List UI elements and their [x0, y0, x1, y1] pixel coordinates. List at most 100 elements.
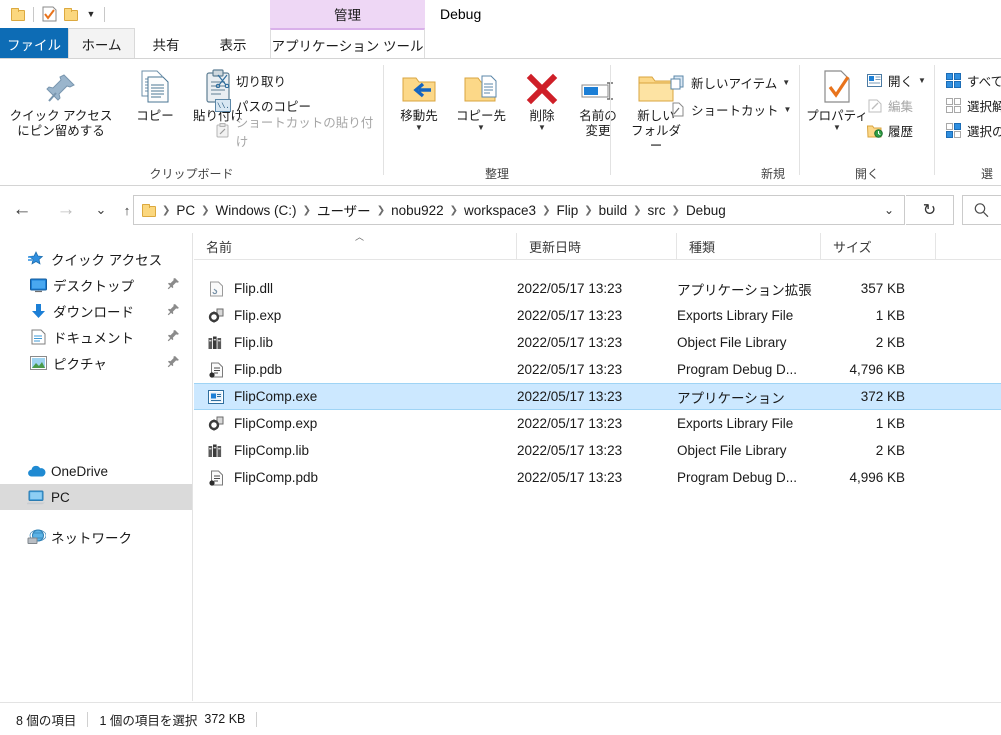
copy-path-icon: \\..: [214, 97, 231, 114]
onedrive-icon: [26, 461, 46, 481]
contextual-tab-group-label: 管理: [334, 8, 361, 23]
delete-caret-icon[interactable]: ▼: [538, 124, 546, 132]
table-row[interactable]: Flip.dll 2022/05/17 13:23 アプリケーション拡張 357…: [194, 275, 1001, 302]
properties-caret-icon[interactable]: ▼: [833, 124, 841, 132]
breadcrumb-nobu922[interactable]: nobu922: [386, 197, 449, 223]
file-date-cell: 2022/05/17 13:23: [517, 470, 623, 485]
sidebar-item-documents[interactable]: ドキュメント: [0, 324, 192, 350]
pictures-icon: [28, 353, 48, 373]
open-icon: [866, 72, 883, 89]
move-to-icon: [401, 65, 437, 105]
edit-button[interactable]: 編集: [866, 95, 913, 116]
sidebar-item-pc[interactable]: PC: [0, 484, 192, 510]
tab-application-tools[interactable]: アプリケーション ツール: [270, 28, 425, 59]
tab-file[interactable]: ファイル: [0, 28, 68, 59]
new-item-caret-icon[interactable]: ▼: [782, 79, 790, 87]
file-type-cell: Object File Library: [677, 335, 787, 350]
table-row[interactable]: FlipComp.exp 2022/05/17 13:23 Exports Li…: [194, 410, 1001, 437]
sidebar-item-pictures[interactable]: ピクチャ: [0, 350, 192, 376]
tab-share[interactable]: 共有: [135, 28, 197, 59]
lib-icon: [206, 441, 226, 461]
qat-properties-icon[interactable]: [38, 3, 60, 25]
table-row[interactable]: Flip.pdb 2022/05/17 13:23 Program Debug …: [194, 356, 1001, 383]
open-button[interactable]: 開く ▼: [866, 70, 926, 91]
copy-to-caret-icon[interactable]: ▼: [477, 124, 485, 132]
back-button[interactable]: ←: [0, 187, 44, 233]
new-item-button[interactable]: 新しいアイテム ▼: [669, 72, 790, 93]
rename-label-line2: 変更: [585, 124, 611, 138]
qat-folder-icon[interactable]: [7, 3, 29, 25]
invert-selection-button[interactable]: 選択の: [945, 120, 1001, 141]
table-row[interactable]: FlipComp.lib 2022/05/17 13:23 Object Fil…: [194, 437, 1001, 464]
copy-to-button[interactable]: コピー先 ▼: [454, 65, 508, 132]
breadcrumb-users[interactable]: ユーザー: [312, 197, 376, 223]
sidebar-item-downloads[interactable]: ダウンロード: [0, 298, 192, 324]
file-date-cell: 2022/05/17 13:23: [517, 335, 623, 350]
sidebar-item-desktop[interactable]: デスクトップ: [0, 272, 192, 298]
invert-selection-label: 選択の: [967, 125, 1001, 139]
search-icon: [974, 202, 989, 217]
copy-button[interactable]: コピー: [128, 65, 182, 124]
refresh-button[interactable]: ↻: [906, 195, 954, 225]
file-type-cell: Object File Library: [677, 443, 787, 458]
file-type-cell: Program Debug D...: [677, 470, 798, 485]
sidebar-item-quick-access[interactable]: クイック アクセス: [0, 246, 192, 272]
file-date-cell: 2022/05/17 13:23: [517, 308, 623, 323]
column-header-date-label: 更新日時: [529, 239, 582, 255]
tab-view[interactable]: 表示: [197, 28, 269, 59]
file-type-cell: Exports Library File: [677, 416, 794, 431]
shortcut-button[interactable]: ショートカット ▼: [669, 99, 791, 120]
properties-button[interactable]: プロパティ ▼: [804, 65, 870, 132]
qat-customize-caret-icon[interactable]: ▼: [82, 3, 100, 25]
shortcut-caret-icon[interactable]: ▼: [784, 106, 792, 114]
sidebar-item-onedrive[interactable]: OneDrive: [0, 458, 192, 484]
exe-icon: [206, 387, 226, 407]
column-header-date[interactable]: 更新日時: [517, 232, 677, 260]
recent-locations-button[interactable]: ⌄: [88, 187, 114, 233]
delete-button[interactable]: 削除 ▼: [518, 65, 566, 132]
column-header-size[interactable]: サイズ: [821, 232, 936, 260]
pin-icon[interactable]: [167, 355, 180, 371]
breadcrumb-src[interactable]: src: [643, 197, 671, 223]
qat-new-folder-icon[interactable]: [60, 3, 82, 25]
dll-icon: [206, 279, 226, 299]
select-none-button[interactable]: 選択解: [945, 95, 1001, 116]
sidebar-item-network[interactable]: ネットワーク: [0, 524, 192, 550]
cut-button[interactable]: 切り取り: [214, 70, 286, 91]
file-name-label: Flip.lib: [234, 335, 274, 350]
address-bar[interactable]: ❯ PC ❯ Windows (C:) ❯ ユーザー ❯ nobu922 ❯ w…: [133, 195, 905, 225]
breadcrumb-debug[interactable]: Debug: [681, 197, 731, 223]
ribbon-group-open-label: 開く: [854, 167, 879, 181]
breadcrumb-workspace3[interactable]: workspace3: [459, 197, 541, 223]
column-header-type[interactable]: 種類: [677, 232, 821, 260]
table-row[interactable]: Flip.lib 2022/05/17 13:23 Object File Li…: [194, 329, 1001, 356]
breadcrumb-flip[interactable]: Flip: [551, 197, 583, 223]
pin-icon[interactable]: [167, 303, 180, 319]
table-row[interactable]: FlipComp.exe 2022/05/17 13:23 アプリケーション 3…: [194, 383, 1001, 410]
open-caret-icon[interactable]: ▼: [918, 77, 926, 85]
breadcrumb-folder-icon: [136, 197, 161, 223]
shortcut-label: ショートカット: [691, 104, 779, 118]
pin-to-quick-access-button[interactable]: クイック アクセス にピン留めする: [6, 65, 116, 139]
move-to-caret-icon[interactable]: ▼: [415, 124, 423, 132]
move-to-button[interactable]: 移動先 ▼: [392, 65, 446, 132]
select-all-button[interactable]: すべて: [945, 70, 1001, 91]
exp-icon: [206, 414, 226, 434]
table-row[interactable]: FlipComp.pdb 2022/05/17 13:23 Program De…: [194, 464, 1001, 491]
column-header-name[interactable]: ︿ 名前: [194, 232, 517, 260]
address-dropdown-chevron-icon[interactable]: ⌄: [876, 197, 902, 223]
breadcrumb-pc[interactable]: PC: [171, 197, 200, 223]
pin-icon[interactable]: [167, 277, 180, 293]
breadcrumb-windows-c[interactable]: Windows (C:): [211, 197, 302, 223]
breadcrumb-separator: ❯: [542, 204, 551, 216]
history-button[interactable]: 履歴: [866, 120, 913, 141]
file-date-cell: 2022/05/17 13:23: [517, 362, 623, 377]
paste-shortcut-button[interactable]: ショートカットの貼り付け: [214, 116, 383, 149]
ribbon-tabstrip: ファイル ホーム 共有 表示 アプリケーション ツール: [0, 28, 1001, 59]
search-box[interactable]: [962, 195, 1001, 225]
tab-home[interactable]: ホーム: [68, 28, 135, 59]
pin-icon[interactable]: [167, 329, 180, 345]
breadcrumb-build[interactable]: build: [594, 197, 633, 223]
table-row[interactable]: Flip.exp 2022/05/17 13:23 Exports Librar…: [194, 302, 1001, 329]
forward-button[interactable]: →: [44, 187, 88, 233]
